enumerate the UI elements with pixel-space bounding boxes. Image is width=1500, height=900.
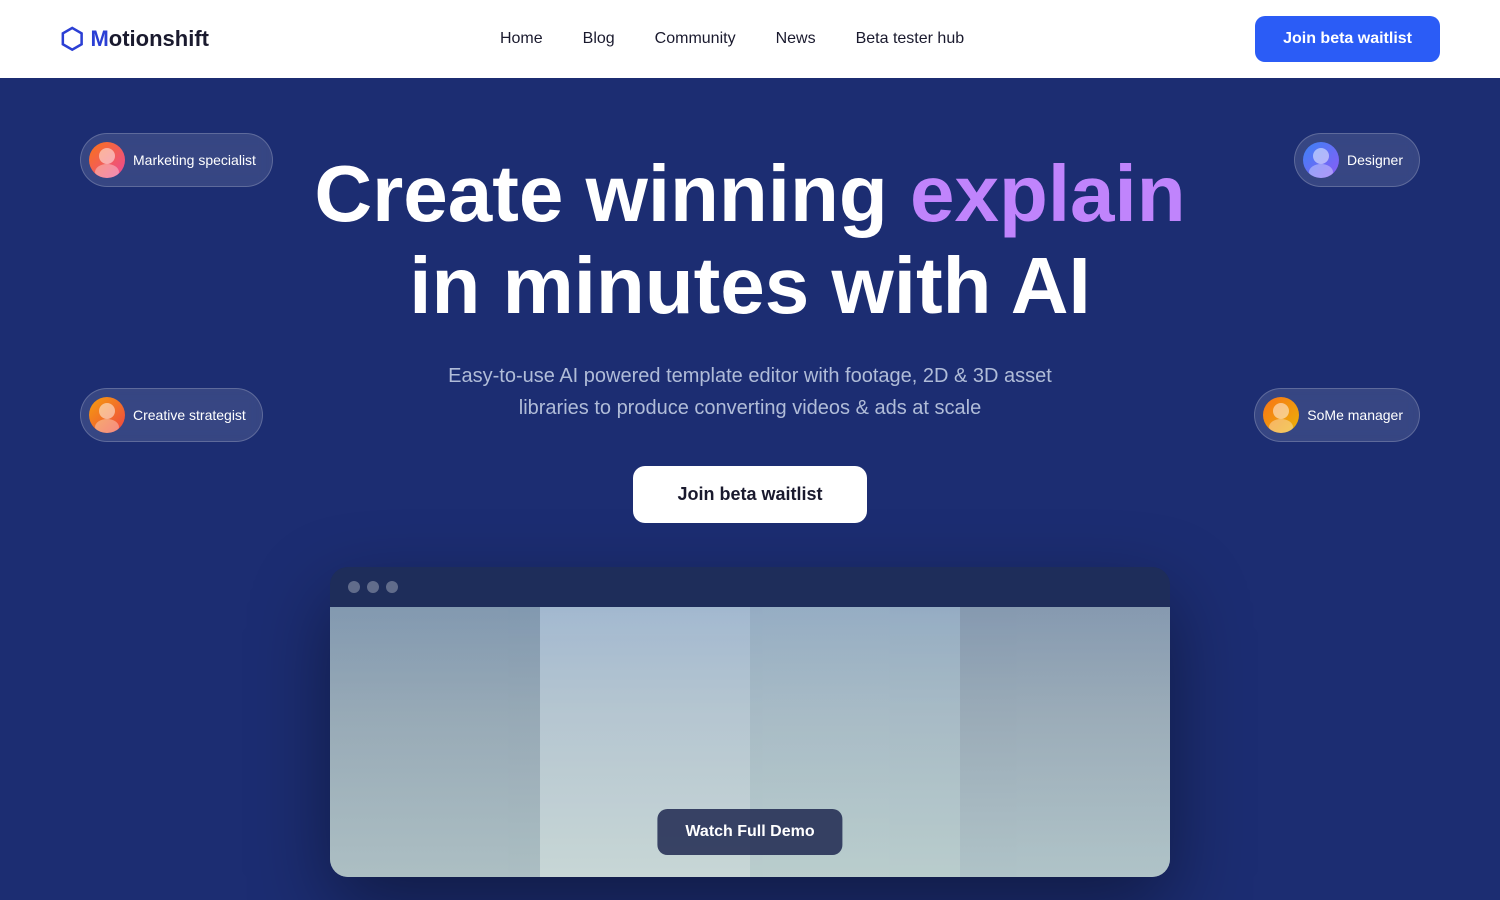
window-dot-1 [348, 581, 360, 593]
badge-designer-label: Designer [1347, 152, 1403, 168]
nav-item-community[interactable]: Community [655, 30, 736, 48]
nav-links: Home Blog Community News Beta tester hub [500, 30, 964, 48]
hero-section: Marketing specialist Designer Creative s… [0, 78, 1500, 900]
badge-designer: Designer [1294, 133, 1420, 187]
avatar-creative [89, 397, 125, 433]
badge-marketing-label: Marketing specialist [133, 152, 256, 168]
avatar-some [1263, 397, 1299, 433]
badge-creative-label: Creative strategist [133, 407, 246, 423]
avatar-marketing [89, 142, 125, 178]
demo-content: Watch Full Demo [330, 607, 1170, 877]
hero-title-part2: in minutes with AI [409, 241, 1090, 330]
nav-item-news[interactable]: News [776, 30, 816, 48]
window-dot-3 [386, 581, 398, 593]
demo-window: Watch Full Demo [330, 567, 1170, 877]
demo-titlebar [330, 567, 1170, 607]
hero-title-part1: Create winning [314, 149, 910, 238]
hero-join-button[interactable]: Join beta waitlist [633, 466, 866, 523]
badge-some: SoMe manager [1254, 388, 1420, 442]
badge-some-label: SoMe manager [1307, 407, 1403, 423]
nav-join-button[interactable]: Join beta waitlist [1255, 16, 1440, 62]
badge-creative: Creative strategist [80, 388, 263, 442]
logo-text: Motionshift [90, 26, 209, 52]
watch-demo-button[interactable]: Watch Full Demo [657, 809, 842, 855]
hero-title-accent: explain [910, 149, 1186, 238]
nav-item-beta[interactable]: Beta tester hub [856, 30, 965, 48]
demo-col-1 [330, 607, 540, 877]
window-dot-2 [367, 581, 379, 593]
hero-subtitle: Easy-to-use AI powered template editor w… [60, 360, 1440, 424]
nav-item-home[interactable]: Home [500, 30, 543, 48]
logo[interactable]: ⬡ Motionshift [60, 25, 209, 53]
nav-item-blog[interactable]: Blog [583, 30, 615, 48]
avatar-designer [1303, 142, 1339, 178]
navbar: ⬡ Motionshift Home Blog Community News B… [0, 0, 1500, 78]
logo-icon: ⬡ [60, 25, 84, 53]
demo-col-4 [960, 607, 1170, 877]
badge-marketing: Marketing specialist [80, 133, 273, 187]
